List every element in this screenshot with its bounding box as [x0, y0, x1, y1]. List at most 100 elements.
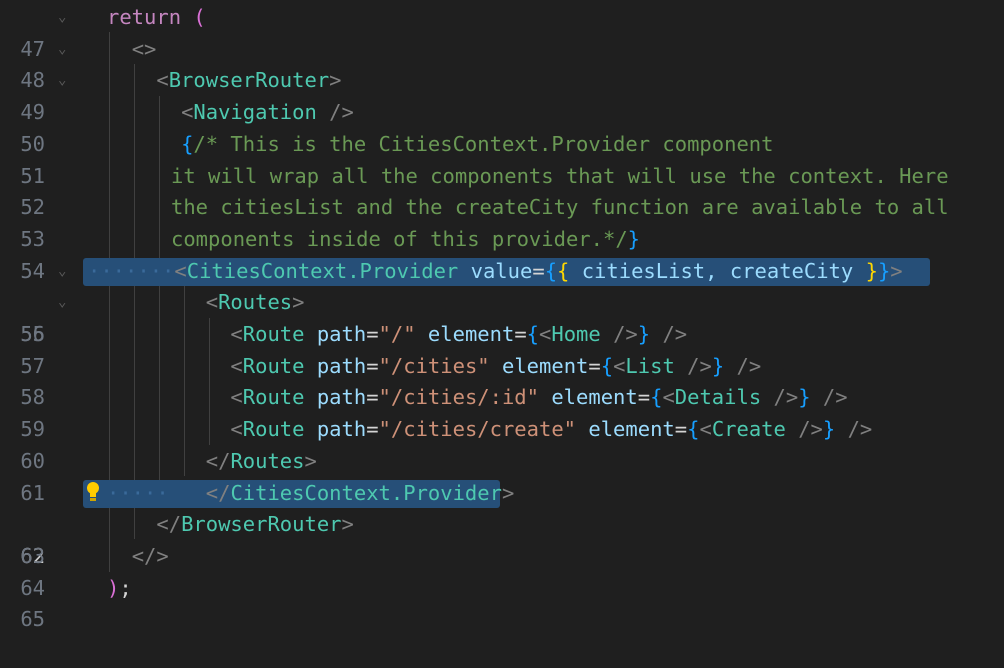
- comment: components inside of this provider.*/: [171, 226, 628, 251]
- code-token: element: [427, 322, 515, 346]
- code-token: <: [156, 68, 169, 93]
- code-token: <: [699, 417, 712, 442]
- code-token: </>: [131, 543, 169, 568]
- code-token: }: [822, 417, 836, 442]
- code-token: "/cities/create": [378, 417, 577, 442]
- code-token: <: [613, 353, 626, 378]
- code-token: Routes: [230, 448, 305, 473]
- line-number: 65: [20, 607, 45, 632]
- code-line[interactable]: 62 ····· </CitiesContext.Provider>: [0, 478, 1004, 568]
- code-token: }: [877, 258, 891, 283]
- code-token: Route: [242, 322, 305, 346]
- code-token: {: [544, 258, 558, 283]
- code-line[interactable]: 57 <Route path="/" element={<Home />} />: [0, 319, 1004, 378]
- code-token: >: [304, 448, 317, 473]
- code-token: />: [798, 417, 823, 442]
- code-token: Route: [242, 385, 305, 410]
- code-line[interactable]: 61 </Routes>: [0, 446, 1004, 505]
- code-line[interactable]: 63 </BrowserRouter>: [0, 509, 1004, 568]
- code-token: </: [156, 512, 182, 537]
- chevron-down-icon[interactable]: ⌄: [58, 34, 66, 66]
- code-line[interactable]: 65 );: [0, 573, 1004, 632]
- code-line[interactable]: 48 ⌄ <>: [0, 34, 1004, 93]
- code-line[interactable]: 56 ⌄ <Routes>: [0, 287, 1004, 346]
- code-token: />: [773, 385, 799, 410]
- code-token: {: [650, 385, 663, 410]
- code-token: {: [600, 353, 614, 378]
- code-token: Create: [711, 417, 786, 442]
- code-token: element: [588, 417, 675, 442]
- code-token: />: [687, 353, 712, 378]
- whitespace-dots: ·······: [88, 258, 175, 283]
- code-token: </: [205, 480, 231, 505]
- code-token: CitiesContext.Provider: [230, 480, 502, 505]
- code-token: />: [736, 353, 762, 378]
- code-token: <: [230, 417, 243, 442]
- code-token: {: [526, 322, 540, 346]
- code-token: BrowserRouter: [181, 512, 342, 537]
- comment: the citiesList and the createCity functi…: [171, 195, 949, 220]
- comment: it will wrap all the components that wil…: [171, 163, 949, 188]
- code-token: <: [174, 258, 187, 283]
- code-token: citiesList, createCity: [581, 258, 854, 283]
- code-token: element: [551, 385, 638, 410]
- code-token: }: [865, 258, 878, 283]
- chevron-down-icon[interactable]: ⌄: [58, 2, 66, 34]
- code-token: >: [292, 290, 305, 315]
- code-token: <: [205, 290, 219, 315]
- code-line[interactable]: 54 components inside of this provider.*/…: [0, 224, 1004, 283]
- lightbulb-icon[interactable]: [86, 481, 100, 503]
- code-token: <: [230, 353, 243, 378]
- code-line[interactable]: 51 {/* This is the CitiesContext.Provide…: [0, 129, 1004, 188]
- code-token: />: [613, 322, 638, 346]
- code-line[interactable]: 55 ⌄ ·······<CitiesContext.Provider valu…: [0, 256, 1004, 346]
- code-token: path: [316, 385, 367, 410]
- code-token: <: [230, 322, 243, 346]
- code-editor[interactable]: { "editor": { "line_numbers": ["47","48"…: [0, 0, 1004, 632]
- code-token: }: [798, 385, 811, 410]
- code-line[interactable]: 58 <Route path="/cities" element={<List …: [0, 351, 1004, 410]
- code-token: <: [662, 385, 675, 410]
- code-token: <: [230, 385, 243, 410]
- code-token: />: [329, 100, 354, 125]
- whitespace-dots: ·····: [107, 480, 169, 505]
- code-token: (: [193, 5, 206, 29]
- code-token: <: [181, 100, 194, 125]
- code-line[interactable]: 50 <Navigation />: [0, 97, 1004, 156]
- code-token: />: [847, 417, 873, 442]
- code-token: }: [637, 322, 651, 346]
- code-token: />: [822, 385, 848, 410]
- code-line[interactable]: 49 ⌄ <BrowserRouter>: [0, 65, 1004, 124]
- code-token: ): [107, 575, 120, 600]
- code-line[interactable]: 52 it will wrap all the components that …: [0, 161, 1004, 220]
- code-line[interactable]: 59 <Route path="/cities/:id" element={<D…: [0, 382, 1004, 441]
- code-token: element: [501, 353, 589, 378]
- code-token: >: [890, 258, 903, 283]
- code-token: "/cities/:id": [378, 385, 539, 410]
- code-token: >: [329, 68, 342, 93]
- code-line[interactable]: 53 the citiesList and the createCity fun…: [0, 192, 1004, 251]
- code-token: CitiesContext.Provider: [186, 258, 459, 283]
- code-token: Details: [674, 385, 762, 410]
- keyword: return: [107, 5, 182, 29]
- code-line[interactable]: 47 ⌄ return (: [0, 2, 1004, 61]
- code-token: >: [501, 480, 515, 505]
- code-token: Home: [551, 322, 601, 346]
- code-token: Routes: [218, 290, 293, 315]
- chevron-down-icon[interactable]: ⌄: [58, 65, 66, 97]
- code-token: value: [470, 258, 533, 283]
- code-token: <>: [131, 36, 157, 61]
- code-line[interactable]: 64 </>: [0, 541, 1004, 600]
- code-token: "/cities": [378, 353, 490, 378]
- code-token: />: [662, 322, 688, 346]
- chevron-down-icon[interactable]: ⌄: [58, 256, 66, 288]
- code-token: }: [711, 353, 725, 378]
- comment: /* This is the CitiesContext.Provider co…: [193, 131, 774, 156]
- code-line[interactable]: 60 <Route path="/cities/create" element=…: [0, 414, 1004, 473]
- code-token: Route: [242, 417, 305, 442]
- code-token: "/": [378, 322, 416, 346]
- code-token: }: [627, 226, 640, 251]
- chevron-down-icon[interactable]: ⌄: [58, 287, 66, 319]
- code-token: {: [687, 417, 700, 442]
- code-token: <: [539, 322, 552, 346]
